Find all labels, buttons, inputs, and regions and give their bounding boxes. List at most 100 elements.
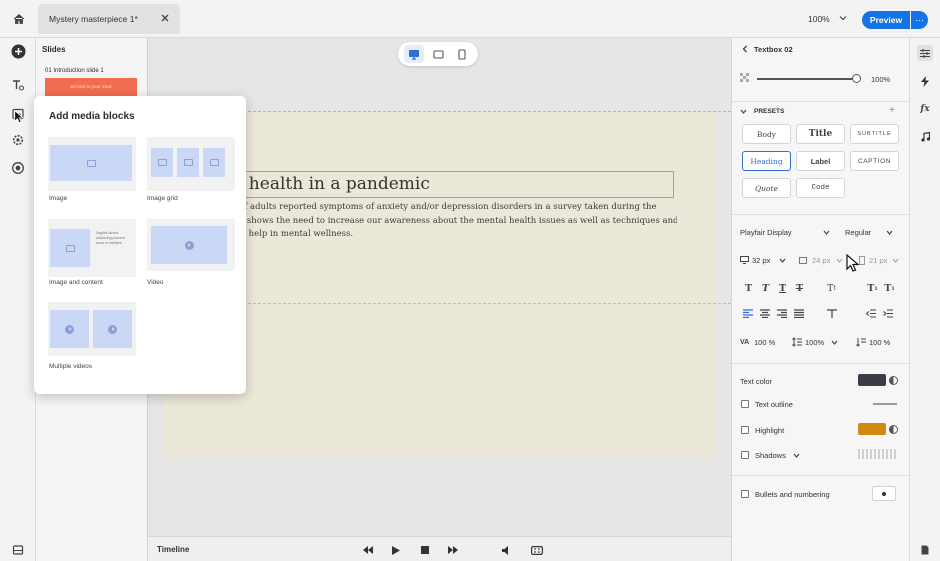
font-family-select[interactable]: Playfair Display <box>740 228 792 237</box>
chevron-down-icon[interactable] <box>831 339 838 346</box>
superscript-button[interactable]: T1 <box>866 282 879 295</box>
tablet-view-button[interactable] <box>428 45 448 63</box>
preset-quote[interactable]: Quote <box>742 178 791 198</box>
add-preset-button[interactable]: + <box>889 105 895 116</box>
slide-thumbnail[interactable]: Be kind to your mind <box>45 78 137 98</box>
add-button[interactable] <box>9 42 27 60</box>
vertical-align-icon[interactable] <box>827 309 837 318</box>
more-options-button[interactable]: ··· <box>911 11 928 29</box>
desktop-view-button[interactable] <box>404 45 424 63</box>
record-tool-button[interactable] <box>9 159 27 177</box>
contrast-icon[interactable] <box>889 376 898 385</box>
back-icon[interactable] <box>741 45 749 53</box>
opacity-value: 100% <box>871 75 891 84</box>
chevron-down-icon[interactable] <box>740 108 747 115</box>
mobile-view-button[interactable] <box>452 45 472 63</box>
shadow-preview[interactable] <box>858 449 898 459</box>
bullet-style-button[interactable] <box>872 486 896 501</box>
document-tab[interactable]: Mystery masterpiece 1* <box>38 4 180 34</box>
font-size-tablet[interactable]: 24 px <box>812 256 830 265</box>
zoom-level[interactable]: 100% <box>808 14 830 24</box>
bottom-panel-button[interactable] <box>9 541 27 559</box>
font-size-mobile[interactable]: 21 px <box>869 256 887 265</box>
home-button[interactable] <box>0 0 38 38</box>
paragraph-spacing-value[interactable]: 100 % <box>869 338 890 347</box>
chevron-down-icon[interactable] <box>836 257 843 264</box>
panel-icon <box>12 545 24 555</box>
right-rail: fx <box>909 38 940 561</box>
notes-tab-button[interactable] <box>917 542 933 558</box>
volume-button[interactable] <box>502 545 512 555</box>
media-block-image[interactable] <box>48 137 136 191</box>
media-block-image-and-content[interactable]: Sagittis lacitus adipiscing posuere lacu… <box>48 219 136 277</box>
close-icon[interactable] <box>159 12 171 24</box>
chevron-down-icon[interactable] <box>779 257 786 264</box>
slide-canvas[interactable] <box>164 111 715 458</box>
contrast-icon[interactable] <box>889 425 898 434</box>
variables-tab-button[interactable]: fx <box>917 101 933 117</box>
strikethrough-text-button[interactable]: T <box>793 282 806 295</box>
components-tool-button[interactable] <box>9 131 27 149</box>
media-block-multiple-videos[interactable] <box>48 302 136 356</box>
italic-text-button[interactable]: T <box>759 282 772 295</box>
text-color-swatch[interactable] <box>858 374 886 386</box>
rewind-button[interactable] <box>363 545 373 555</box>
align-left-icon[interactable] <box>743 309 753 318</box>
image-icon <box>209 159 219 166</box>
preview-button[interactable]: Preview <box>862 11 910 29</box>
image-icon <box>157 159 167 166</box>
preset-heading[interactable]: Heading <box>742 151 791 171</box>
audio-tab-button[interactable] <box>917 129 933 145</box>
chevron-down-icon[interactable] <box>793 452 800 459</box>
forward-button[interactable] <box>448 545 458 555</box>
character-spacing-value[interactable]: 100 % <box>754 338 775 347</box>
stop-button[interactable] <box>420 545 430 555</box>
highlight-color-swatch[interactable] <box>858 423 886 435</box>
preset-code[interactable]: Code <box>796 178 845 198</box>
bullets-checkbox[interactable] <box>741 490 749 498</box>
body-textbox[interactable]: s of adults reported symptoms of anxiety… <box>232 201 677 242</box>
opacity-slider-handle[interactable] <box>852 74 861 83</box>
chevron-down-icon[interactable] <box>823 229 830 236</box>
opacity-slider-track[interactable] <box>757 78 856 80</box>
underline-text-button[interactable]: T <box>776 282 789 295</box>
highlight-checkbox[interactable] <box>741 426 749 434</box>
shadows-label: Shadows <box>755 451 786 460</box>
font-weight-select[interactable]: Regular <box>845 228 871 237</box>
line-spacing-value[interactable]: 100% <box>805 338 824 347</box>
align-right-icon[interactable] <box>777 309 787 318</box>
subscript-button[interactable]: T1 <box>883 282 896 295</box>
media-block-label: Multiple videos <box>49 363 92 370</box>
indent-icon[interactable] <box>883 309 893 318</box>
bold-text-button[interactable]: T <box>742 282 755 295</box>
preset-label[interactable]: Label <box>796 151 845 171</box>
play-button[interactable] <box>391 545 401 555</box>
preset-body[interactable]: Body <box>742 124 791 144</box>
text-tool-button[interactable] <box>9 76 27 94</box>
media-block-image-grid[interactable] <box>147 137 235 191</box>
text-case-button[interactable]: Tt <box>825 282 838 295</box>
captions-button[interactable] <box>531 545 543 555</box>
media-block-video[interactable] <box>147 219 235 271</box>
media-block-label: Image and content <box>49 279 103 286</box>
heading-textbox[interactable]: tal health in a pandemic <box>210 171 674 198</box>
properties-tab-button[interactable] <box>917 45 933 61</box>
chevron-down-icon[interactable] <box>892 257 899 264</box>
outdent-icon[interactable] <box>866 309 876 318</box>
chevron-down-icon[interactable] <box>838 13 848 23</box>
preset-title[interactable]: Title <box>796 124 845 144</box>
paragraph-spacing-icon <box>856 338 866 347</box>
record-icon <box>12 162 24 174</box>
interactions-tab-button[interactable] <box>917 73 933 89</box>
align-justify-icon[interactable] <box>794 309 804 318</box>
slide-item-label[interactable]: 01 Introduction slide 1 <box>45 68 104 74</box>
preset-caption[interactable]: CAPTION <box>850 151 899 171</box>
shadows-checkbox[interactable] <box>741 451 749 459</box>
text-outline-checkbox[interactable] <box>741 400 749 408</box>
chevron-down-icon[interactable] <box>886 229 893 236</box>
slide-thumbnail-text: Be kind to your mind <box>70 84 112 89</box>
font-size-desktop[interactable]: 32 px <box>752 256 770 265</box>
outline-style-preview[interactable] <box>873 403 897 405</box>
align-center-icon[interactable] <box>760 309 770 318</box>
preset-subtitle[interactable]: SUBTITLE <box>850 124 899 144</box>
